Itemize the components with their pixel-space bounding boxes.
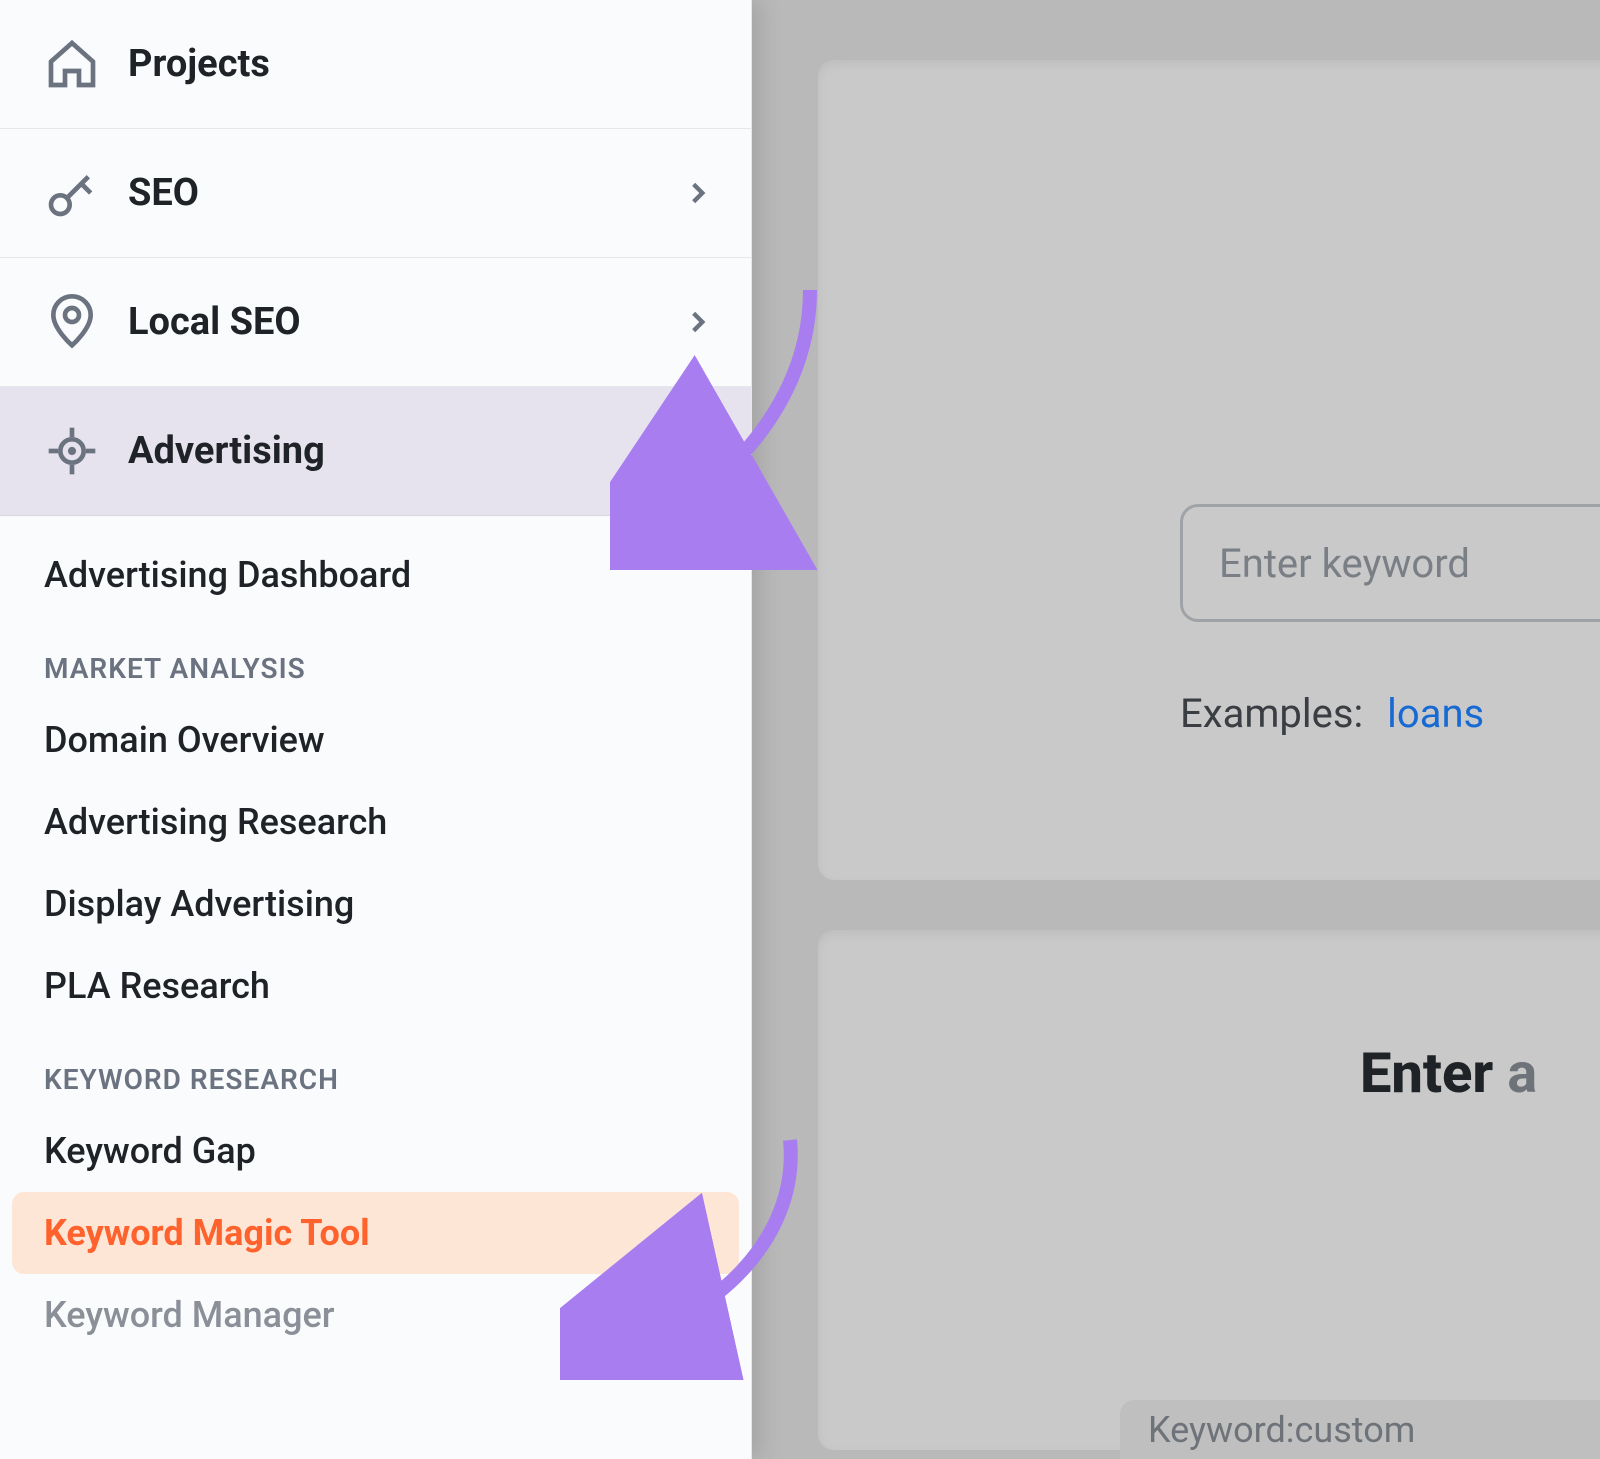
sub-link-keyword-magic-tool[interactable]: Keyword Magic Tool	[12, 1192, 739, 1274]
examples-label: Examples:	[1180, 690, 1363, 737]
sidebar-item-label: SEO	[128, 171, 199, 215]
sub-link-keyword-manager[interactable]: Keyword Manager	[0, 1274, 751, 1356]
home-icon	[44, 36, 100, 92]
sub-link-domain-overview[interactable]: Domain Overview	[0, 699, 751, 781]
sidebar-item-label: Projects	[128, 42, 270, 86]
examples-row: Examples: loans	[1180, 690, 1484, 737]
enter-heading: Enter a	[1360, 1040, 1537, 1106]
sub-link-keyword-gap[interactable]: Keyword Gap	[0, 1110, 751, 1192]
sidebar: Projects SEO Local SEO	[0, 0, 752, 1459]
chevron-right-icon	[685, 309, 711, 335]
enter-card	[818, 930, 1600, 1450]
chevron-right-icon	[685, 180, 711, 206]
keyword-chip-value: custom	[1295, 1409, 1416, 1451]
sidebar-item-label: Local SEO	[128, 300, 301, 344]
sub-link-advertising-research[interactable]: Advertising Research	[0, 781, 751, 863]
sub-link-advertising-dashboard[interactable]: Advertising Dashboard	[0, 534, 751, 616]
enter-heading-faded: a	[1507, 1040, 1537, 1106]
key-icon	[44, 165, 100, 221]
sidebar-item-seo[interactable]: SEO	[0, 129, 751, 258]
keyword-input-placeholder: Enter keyword	[1219, 540, 1470, 587]
target-icon	[44, 423, 100, 479]
sidebar-item-label: Advertising	[128, 429, 325, 473]
sub-link-display-advertising[interactable]: Display Advertising	[0, 863, 751, 945]
keyword-chip-prefix: Keyword:	[1148, 1409, 1295, 1451]
advertising-subsection: Advertising Dashboard MARKET ANALYSIS Do…	[0, 516, 751, 1364]
main-panel: Enter keyword Examples: loans Enter a Ke…	[780, 0, 1600, 1459]
keyword-search-card	[818, 60, 1600, 880]
enter-heading-prefix: Enter	[1360, 1040, 1507, 1106]
keyword-input[interactable]: Enter keyword	[1180, 504, 1600, 622]
map-pin-icon	[44, 294, 100, 350]
example-link-loans[interactable]: loans	[1387, 690, 1484, 737]
sidebar-item-projects[interactable]: Projects	[0, 0, 751, 129]
sidebar-item-local-seo[interactable]: Local SEO	[0, 258, 751, 387]
sidebar-item-advertising[interactable]: Advertising	[0, 387, 751, 516]
keyword-chip[interactable]: Keyword: custom	[1120, 1400, 1600, 1459]
section-header-keyword-research: KEYWORD RESEARCH	[0, 1027, 751, 1110]
section-header-market-analysis: MARKET ANALYSIS	[0, 616, 751, 699]
chevron-down-icon	[685, 438, 711, 464]
sub-link-pla-research[interactable]: PLA Research	[0, 945, 751, 1027]
